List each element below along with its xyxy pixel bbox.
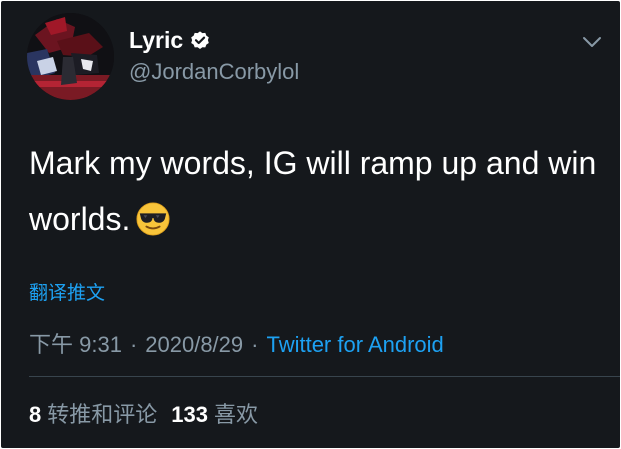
divider <box>29 376 620 377</box>
retweets-stat[interactable]: 8 转推和评论 <box>29 402 157 427</box>
tweet-card: Lyric @JordanCorbylol Mark my words, IG … <box>1 1 620 448</box>
likes-label: 喜欢 <box>213 402 258 427</box>
meta-separator: · <box>129 332 138 357</box>
retweets-label: 转推和评论 <box>47 402 158 427</box>
tweet-date: 2020/8/29 <box>145 332 244 357</box>
chevron-down-icon[interactable] <box>581 31 603 53</box>
engagement-stats: 8 转推和评论 133 喜欢 <box>29 397 258 429</box>
tweet-meta: 下午 9:31 · 2020/8/29 · Twitter for Android <box>29 327 444 359</box>
tweet-time: 下午 9:31 <box>29 332 122 357</box>
verified-badge-icon <box>191 30 209 49</box>
translate-tweet-link[interactable]: 翻译推文 <box>29 278 105 305</box>
retweets-count: 8 <box>29 402 42 427</box>
avatar-image <box>27 13 114 100</box>
tweet-source-link[interactable]: Twitter for Android <box>266 332 443 357</box>
tweet-body: Mark my words, IG will ramp up and win w… <box>29 145 597 237</box>
smiling-face-with-sunglasses-icon <box>136 202 170 236</box>
display-name[interactable]: Lyric <box>129 27 183 54</box>
avatar[interactable] <box>27 13 114 100</box>
tweet-text: Mark my words, IG will ramp up and win w… <box>29 135 599 247</box>
likes-stat[interactable]: 133 喜欢 <box>171 402 258 427</box>
likes-count: 133 <box>171 402 208 427</box>
meta-separator: · <box>251 332 259 357</box>
author-name-row[interactable]: Lyric <box>129 27 211 54</box>
user-handle[interactable]: @JordanCorbylol <box>129 59 299 85</box>
